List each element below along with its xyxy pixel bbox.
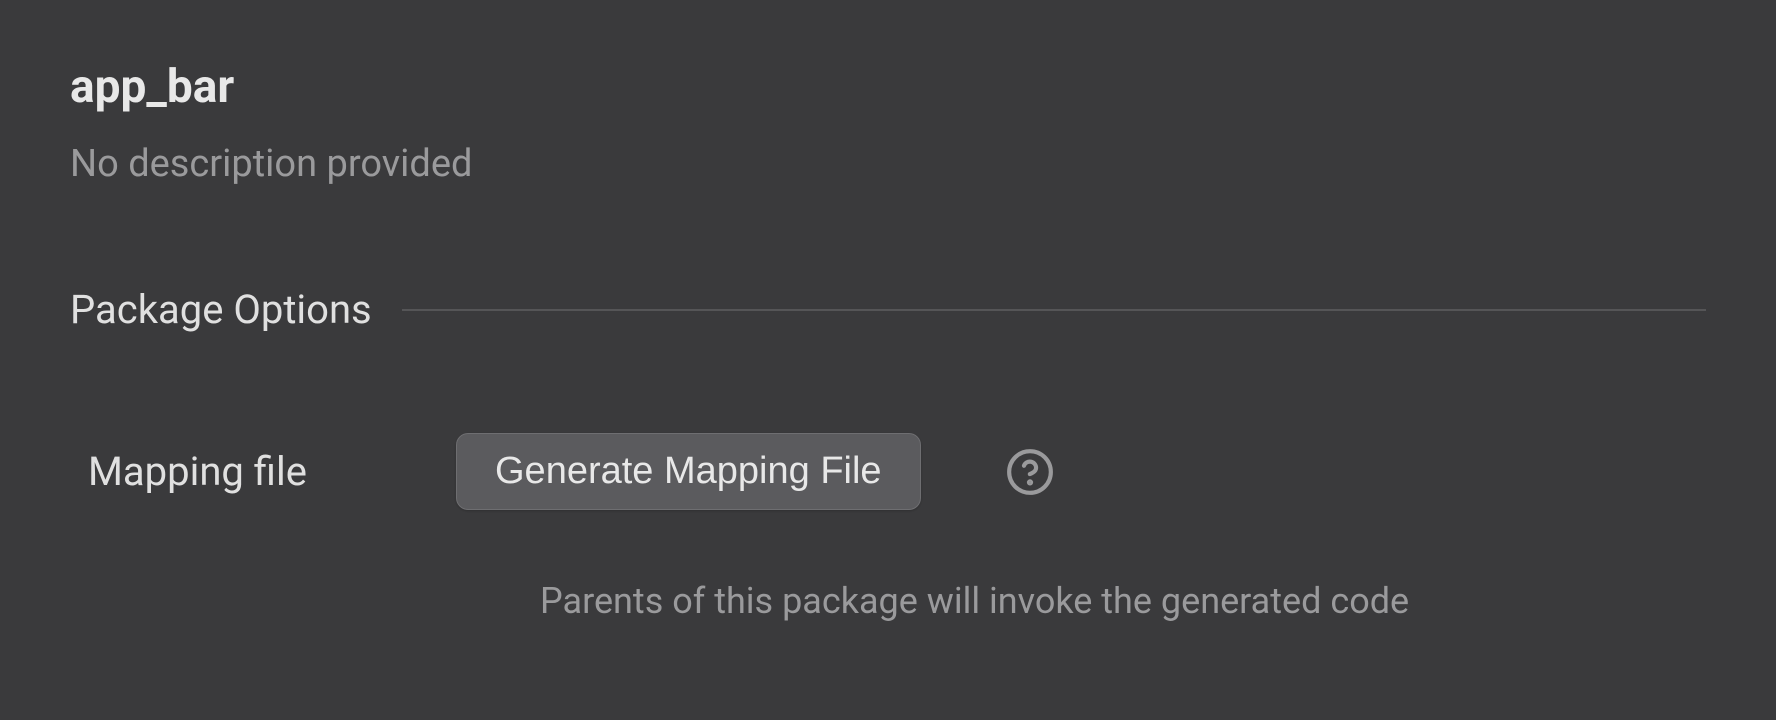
package-description: No description provided [70, 142, 1706, 186]
section-divider [402, 309, 1706, 311]
package-settings-panel: app_bar No description provided Package … [0, 0, 1776, 622]
generate-mapping-file-button[interactable]: Generate Mapping File [456, 433, 921, 510]
mapping-file-row: Mapping file Generate Mapping File [70, 433, 1706, 510]
mapping-file-hint: Parents of this package will invoke the … [540, 580, 1706, 622]
section-title: Package Options [70, 286, 372, 333]
mapping-file-label: Mapping file [88, 448, 398, 495]
package-title: app_bar [70, 60, 1706, 114]
hint-row: Parents of this package will invoke the … [70, 580, 1706, 622]
help-icon[interactable] [1005, 447, 1055, 497]
section-header: Package Options [70, 286, 1706, 333]
